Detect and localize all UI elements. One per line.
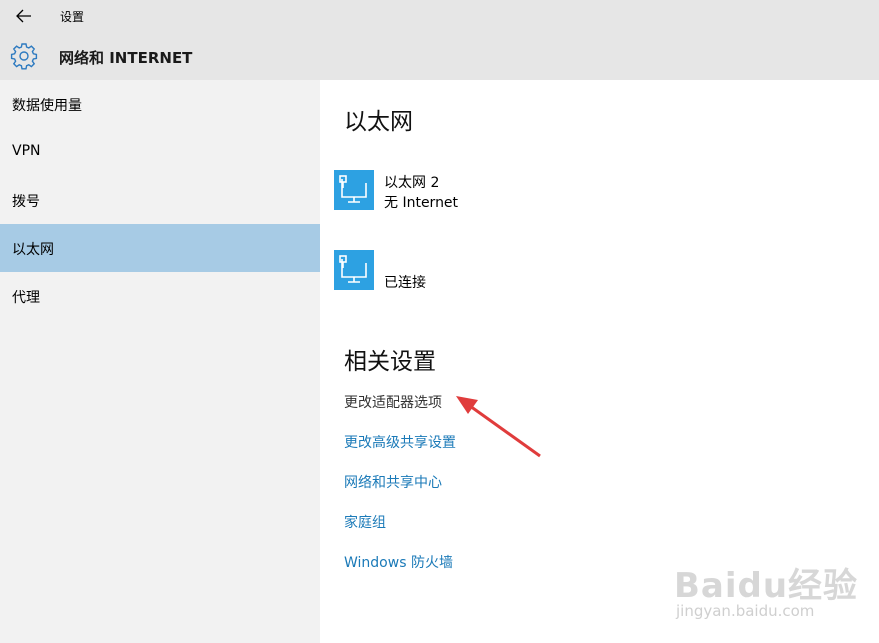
- baidu-watermark: Baidu经验 jingyan.baidu.com: [674, 558, 874, 626]
- sidebar-item-label: 拨号: [12, 194, 40, 210]
- watermark-logo: Baidu经验: [674, 566, 859, 606]
- sidebar-item-label: 代理: [12, 290, 40, 306]
- page-title: 网络和 INTERNET: [59, 49, 193, 67]
- annotation-arrow-icon: [456, 396, 541, 458]
- app-title: 设置: [60, 10, 85, 24]
- gear-icon: [10, 43, 38, 70]
- back-button[interactable]: [12, 6, 36, 26]
- sidebar-item-vpn[interactable]: VPN: [0, 128, 320, 176]
- homegroup-link[interactable]: 家庭组: [344, 512, 386, 532]
- network-status: 已连接: [384, 275, 426, 291]
- related-settings-heading: 相关设置: [344, 349, 436, 375]
- title-bar: 设置: [0, 0, 879, 32]
- network-item-connected[interactable]: 已连接: [334, 250, 634, 292]
- advanced-sharing-settings-link[interactable]: 更改高级共享设置: [344, 432, 456, 452]
- change-adapter-options-link[interactable]: 更改适配器选项: [344, 392, 442, 412]
- network-status: 无 Internet: [384, 195, 459, 211]
- sidebar-item-proxy[interactable]: 代理: [0, 272, 320, 320]
- ethernet-monitor-icon: [334, 250, 374, 290]
- network-item-ethernet-2[interactable]: 以太网 2 无 Internet: [334, 170, 634, 212]
- sidebar-item-label: VPN: [12, 143, 41, 159]
- sidebar-item-label: 数据使用量: [12, 98, 82, 114]
- sidebar-item-data-usage[interactable]: 数据使用量: [0, 80, 320, 128]
- sidebar-item-ethernet[interactable]: 以太网: [0, 224, 320, 272]
- ethernet-monitor-icon: [334, 170, 374, 210]
- sidebar: 数据使用量 VPN 拨号 以太网 代理: [0, 80, 320, 643]
- sidebar-item-dial-up[interactable]: 拨号: [0, 176, 320, 224]
- section-header: 网络和 INTERNET: [0, 32, 879, 80]
- watermark-url: jingyan.baidu.com: [676, 602, 815, 620]
- windows-firewall-link[interactable]: Windows 防火墙: [344, 552, 453, 572]
- ethernet-heading: 以太网: [344, 109, 413, 135]
- network-name: 以太网 2: [384, 175, 440, 191]
- network-sharing-center-link[interactable]: 网络和共享中心: [344, 472, 442, 492]
- back-arrow-icon: [16, 9, 31, 23]
- sidebar-item-label: 以太网: [12, 242, 54, 258]
